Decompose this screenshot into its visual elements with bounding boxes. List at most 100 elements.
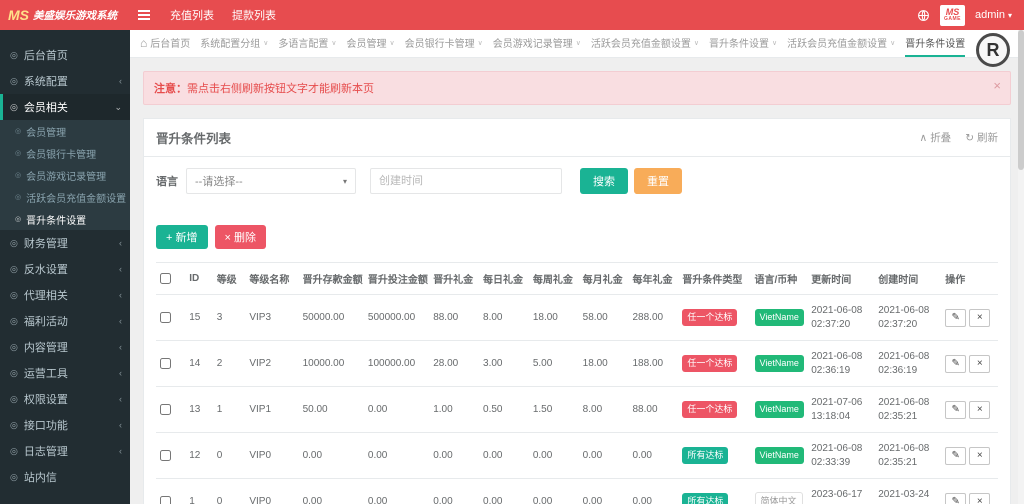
sidebar-subitem-promotion-condition[interactable]: ◎晋升条件设置 — [0, 208, 130, 230]
circle-icon: ◎ — [15, 193, 21, 201]
caret-down-icon: ∨ — [576, 39, 581, 47]
delete-row-button[interactable]: × — [969, 355, 990, 373]
sidebar-item-welfare[interactable]: ◎福利活动‹ — [0, 308, 130, 334]
sidebar-subitem-member-manage[interactable]: ◎ 会员管理 — [0, 120, 130, 142]
caret-down-icon: ∨ — [478, 39, 483, 47]
sidebar-subitem-active-member-recharge[interactable]: ◎活跃会员充值金额设置 — [0, 186, 130, 208]
main-layout: ◎后台首页◎系统配置‹◎会员相关⌄◎会员管理◎会员银行卡管理◎会员游戏记录管理◎… — [0, 30, 1024, 504]
promotion-panel: 晋升条件列表 ∧折叠 ↻刷新 语言 --请选择-- ▾ 搜索 重置 + 新增 ×… — [143, 118, 1011, 504]
edit-row-button[interactable]: ✎ — [945, 447, 966, 465]
add-button-label: 新增 — [176, 232, 198, 244]
reset-button[interactable]: 重置 — [634, 168, 682, 194]
edit-row-button[interactable]: ✎ — [945, 355, 966, 373]
sidebar-item-permission[interactable]: ◎权限设置‹ — [0, 386, 130, 412]
breadcrumb-item[interactable]: 会员游戏记录管理∨ — [493, 30, 581, 57]
language-globe-icon[interactable] — [917, 9, 930, 22]
circle-icon: ◎ — [15, 127, 21, 135]
top-tab[interactable]: 提款列表 — [232, 7, 276, 23]
row-checkbox[interactable] — [160, 312, 171, 323]
sidebar-item-system-config[interactable]: ◎系统配置‹ — [0, 68, 130, 94]
breadcrumb-item[interactable]: ⌂后台首页 — [140, 30, 190, 57]
search-button[interactable]: 搜索 — [580, 168, 628, 194]
chevron-left-icon: ‹ — [119, 420, 122, 430]
cell-bonus: 0.00 — [429, 433, 479, 479]
breadcrumb-item[interactable]: 会员管理∨ — [347, 30, 395, 57]
sidebar-item-agent[interactable]: ◎代理相关‹ — [0, 282, 130, 308]
sidebar-item-member[interactable]: ◎会员相关⌄ — [0, 94, 130, 120]
cell-id: 14 — [185, 341, 212, 387]
breadcrumb-item[interactable]: 晋升条件设置∨ — [709, 30, 777, 57]
row-checkbox[interactable] — [160, 404, 171, 415]
delete-row-button[interactable]: × — [969, 493, 990, 504]
menu-toggle-icon[interactable] — [130, 0, 158, 30]
caret-down-icon: ▾ — [1008, 11, 1012, 20]
plus-icon: + — [166, 232, 172, 244]
sidebar-item-label: 代理相关 — [24, 287, 68, 303]
breadcrumb-label: 后台首页 — [150, 35, 190, 50]
cell-monthly: 8.00 — [579, 387, 629, 433]
edit-row-button[interactable]: ✎ — [945, 309, 966, 327]
breadcrumb-item[interactable]: 多语言配置∨ — [278, 30, 336, 57]
breadcrumb-item[interactable]: 活跃会员充值金额设置∨ — [591, 30, 699, 57]
breadcrumb-label: 会员银行卡管理 — [405, 35, 475, 50]
cell-bet: 0.00 — [364, 387, 429, 433]
circle-icon: ◎ — [15, 215, 21, 223]
scrollbar[interactable] — [1018, 30, 1024, 504]
language-badge: VietName — [755, 309, 804, 325]
close-icon[interactable]: × — [993, 78, 1001, 93]
sidebar-item-rebate[interactable]: ◎反水设置‹ — [0, 256, 130, 282]
refresh-icon: ↻ — [965, 132, 974, 144]
logo-monogram: MS — [8, 7, 29, 23]
breadcrumb: ⌂后台首页系统配置分组∨多语言配置∨会员管理∨会员银行卡管理∨会员游戏记录管理∨… — [130, 30, 1024, 58]
scrollbar-thumb[interactable] — [1018, 30, 1024, 170]
sidebar-item-content[interactable]: ◎内容管理‹ — [0, 334, 130, 360]
sidebar-subitem-member-game-records[interactable]: ◎会员游戏记录管理 — [0, 164, 130, 186]
row-checkbox[interactable] — [160, 358, 171, 369]
chevron-left-icon: ‹ — [119, 316, 122, 326]
table-row: 142VIP210000.00100000.0028.003.005.0018.… — [156, 341, 998, 387]
sidebar-item-mail[interactable]: ◎站内信 — [0, 464, 130, 490]
top-tab[interactable]: 充值列表 — [170, 7, 214, 23]
chevron-left-icon: ‹ — [119, 394, 122, 404]
edit-row-button[interactable]: ✎ — [945, 401, 966, 419]
sidebar-item-api[interactable]: ◎接口功能‹ — [0, 412, 130, 438]
collapse-button[interactable]: ∧折叠 — [920, 130, 952, 145]
cell-bonus: 1.00 — [429, 387, 479, 433]
add-button[interactable]: + 新增 — [156, 225, 208, 249]
sidebar-item-operation-tools[interactable]: ◎运营工具‹ — [0, 360, 130, 386]
delete-button[interactable]: × 删除 — [215, 225, 267, 249]
circle-icon: ◎ — [10, 420, 18, 431]
refresh-button[interactable]: ↻刷新 — [965, 130, 998, 145]
sidebar-item-logs[interactable]: ◎日志管理‹ — [0, 438, 130, 464]
delete-row-button[interactable]: × — [969, 309, 990, 327]
delete-row-button[interactable]: × — [969, 401, 990, 419]
language-select[interactable]: --请选择-- ▾ — [186, 168, 356, 194]
panel-title: 晋升条件列表 — [156, 128, 231, 147]
table-row: 153VIP350000.00500000.0088.008.0018.0058… — [156, 295, 998, 341]
row-checkbox[interactable] — [160, 496, 171, 504]
breadcrumb-item[interactable]: 会员银行卡管理∨ — [405, 30, 483, 57]
breadcrumb-item[interactable]: 晋升条件设置 — [905, 30, 965, 57]
breadcrumb-item[interactable]: 系统配置分组∨ — [200, 30, 268, 57]
column-header: 每年礼金 — [629, 263, 679, 295]
create-time-input[interactable] — [370, 168, 562, 194]
breadcrumb-item[interactable]: 活跃会员充值金额设置∨ — [787, 30, 895, 57]
sidebar-subitem-member-bank-card[interactable]: ◎会员银行卡管理 — [0, 142, 130, 164]
circle-icon: ◎ — [10, 446, 18, 457]
column-header: 晋升条件类型 — [678, 263, 750, 295]
cell-daily: 0.00 — [479, 433, 529, 479]
sidebar-item-finance[interactable]: ◎财务管理‹ — [0, 230, 130, 256]
sidebar-item-home[interactable]: ◎后台首页 — [0, 42, 130, 68]
circle-icon: ◎ — [10, 394, 18, 405]
row-checkbox[interactable] — [160, 450, 171, 461]
sidebar-subitem-label: 会员管理 — [26, 124, 66, 139]
cell-deposit: 0.00 — [299, 433, 364, 479]
delete-row-button[interactable]: × — [969, 447, 990, 465]
language-badge: VietName — [755, 401, 804, 417]
user-menu[interactable]: admin ▾ — [975, 9, 1012, 21]
condition-type-badge: 任一个达标 — [682, 355, 737, 371]
select-all-checkbox[interactable] — [160, 273, 171, 284]
cell-yearly: 188.00 — [629, 341, 679, 387]
edit-row-button[interactable]: ✎ — [945, 493, 966, 504]
app-logo: MS 美盛娱乐游戏系统 — [0, 7, 130, 23]
